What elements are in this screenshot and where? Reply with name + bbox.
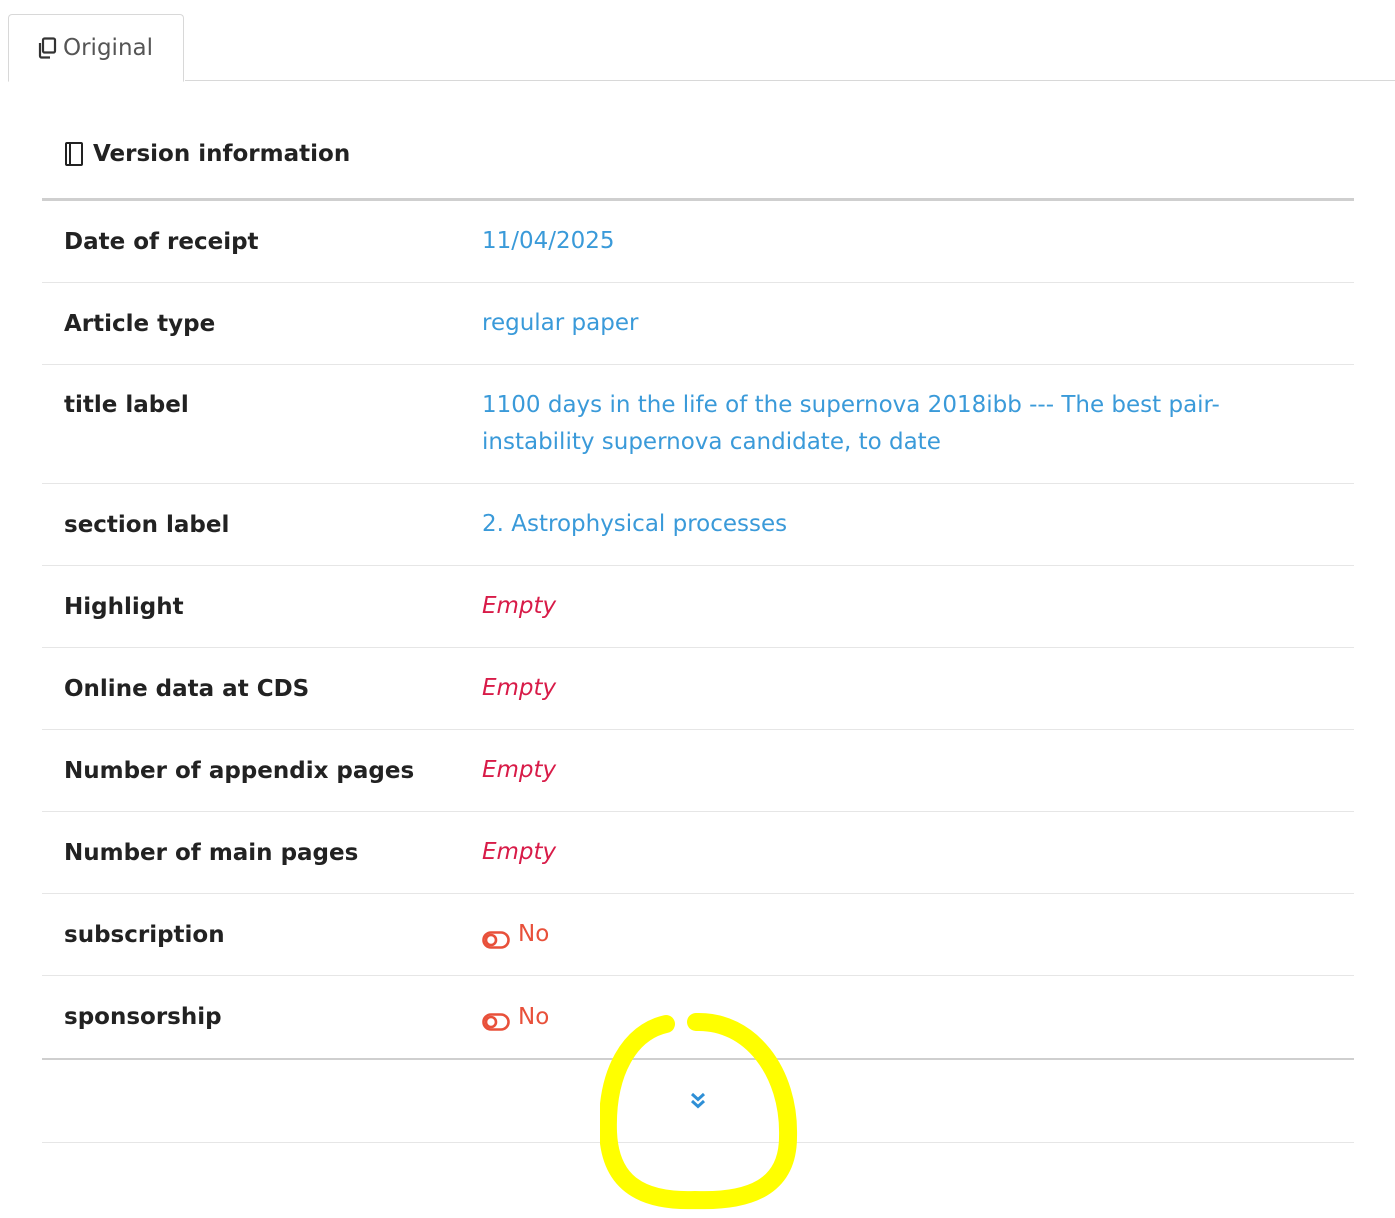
field-row-online-data-at-cds: Online data at CDS Empty xyxy=(42,648,1354,730)
field-value-link[interactable]: regular paper xyxy=(482,305,1354,342)
field-row-number-of-appendix-pages: Number of appendix pages Empty xyxy=(42,730,1354,812)
field-label: title label xyxy=(64,392,189,418)
field-value-empty[interactable]: Empty xyxy=(482,834,1354,871)
field-label: Number of main pages xyxy=(64,839,359,866)
double-chevron-down-icon[interactable] xyxy=(688,1091,708,1111)
field-value-empty[interactable]: Empty xyxy=(482,588,1354,625)
field-value-link[interactable]: 11/04/2025 xyxy=(482,223,1354,260)
field-row-sponsorship: sponsorship No xyxy=(42,976,1354,1058)
field-row-number-of-main-pages: Number of main pages Empty xyxy=(42,812,1354,894)
toggle-off-icon xyxy=(482,925,510,949)
field-label: Article type xyxy=(64,310,216,337)
tab-bar-divider xyxy=(185,80,1395,81)
version-information-panel: Version information Date of receipt 11/0… xyxy=(42,110,1354,1143)
field-label: section label xyxy=(64,511,230,538)
tab-original-label: Original xyxy=(63,35,154,61)
expand-row xyxy=(42,1060,1354,1143)
field-row-article-type: Article type regular paper xyxy=(42,283,1354,365)
field-row-section-label: section label 2. Astrophysical processes xyxy=(42,484,1354,566)
copy-icon xyxy=(37,37,57,59)
field-value-empty[interactable]: Empty xyxy=(482,670,1354,707)
field-value-toggle[interactable]: No xyxy=(482,916,1354,953)
field-row-highlight: Highlight Empty xyxy=(42,566,1354,648)
panel-title: Version information xyxy=(93,141,351,167)
field-label: Online data at CDS xyxy=(64,675,310,702)
tab-bar: Original xyxy=(0,0,1395,82)
tab-original[interactable]: Original xyxy=(8,14,184,82)
field-label: subscription xyxy=(64,921,225,948)
toggle-value-label: No xyxy=(518,1003,550,1030)
field-label: sponsorship xyxy=(64,1004,222,1030)
field-row-date-of-receipt: Date of receipt 11/04/2025 xyxy=(42,201,1354,283)
toggle-off-icon xyxy=(482,1007,510,1031)
field-value-link[interactable]: 2. Astrophysical processes xyxy=(482,506,1354,543)
field-row-title-label: title label 1100 days in the life of the… xyxy=(42,365,1354,484)
panel-heading: Version information xyxy=(42,110,1354,198)
field-label: Number of appendix pages xyxy=(64,757,415,784)
book-icon xyxy=(64,141,84,167)
toggle-value-label: No xyxy=(518,921,550,947)
field-value-toggle[interactable]: No xyxy=(482,999,1354,1036)
field-value-empty[interactable]: Empty xyxy=(482,752,1354,789)
field-value-link[interactable]: 1100 days in the life of the supernova 2… xyxy=(482,387,1354,461)
field-label: Date of receipt xyxy=(64,228,259,255)
field-row-subscription: subscription No xyxy=(42,894,1354,976)
field-label: Highlight xyxy=(64,593,184,620)
